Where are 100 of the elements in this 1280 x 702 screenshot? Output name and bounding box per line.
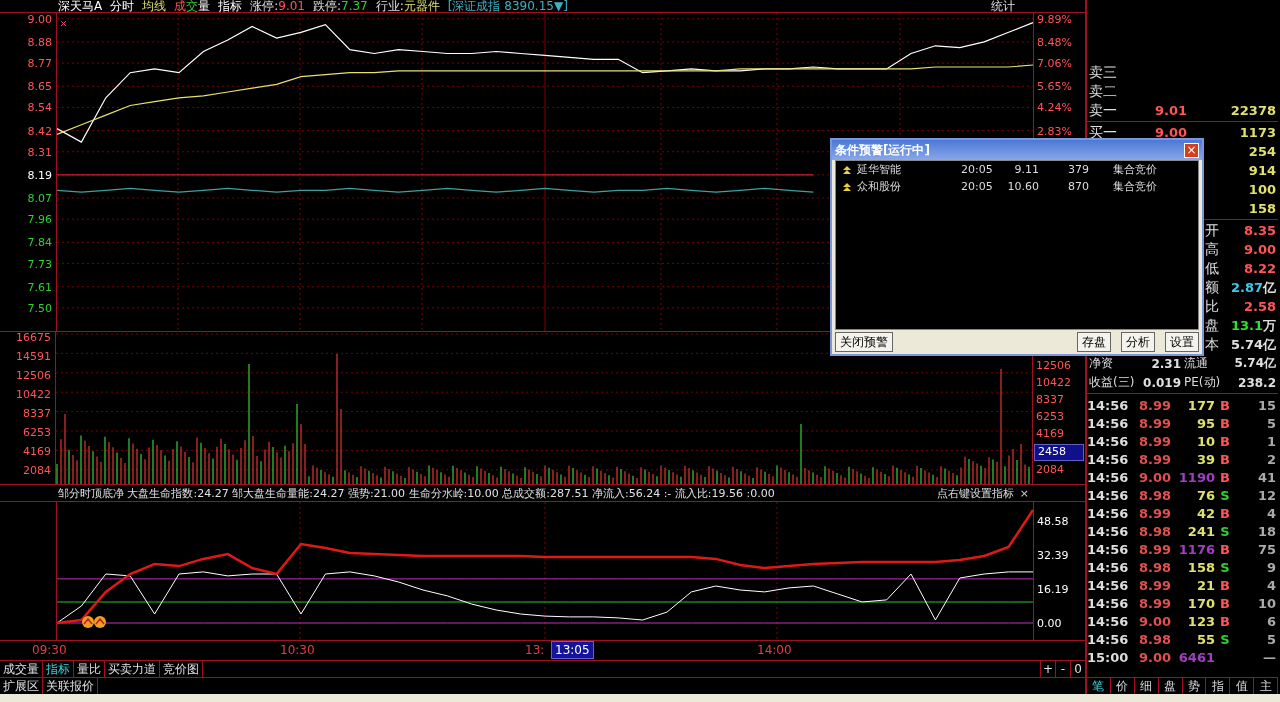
time-axis-label: 13: [525,643,545,657]
trade-price: 9.00 [1137,649,1171,665]
alert-action-button[interactable]: 设置 [1165,332,1199,352]
order-volume: 158 [1248,201,1277,216]
indicator-axis-label: 16.19 [1037,583,1069,596]
alert-stock[interactable]: 众和股份 [857,179,961,194]
stat-value: 2.87亿 [1230,278,1276,297]
trade-volume: 39 [1195,451,1215,467]
zoom-button[interactable]: - [1055,661,1070,677]
order-volume: 914 [1248,163,1277,178]
indicator-values-text: 邹分时顶底净 大盘生命指数:24.27 邹大盘生命量能:24.27 强势:21.00 生命分水岭:10.00 总成交额:287.51 净流入:56.24 :- 流入比:19.56 :0.00 [58,485,775,501]
price-axis-label: 8.42 [27,124,52,138]
trade-time: 15:00 [1087,649,1130,665]
trade-count: 41 [1256,469,1277,485]
trade-count: 9 [1265,559,1277,575]
trade-count: 5 [1265,415,1277,431]
alert-type: 集合竞价 [1113,162,1157,177]
price-axis-label: 7.84 [27,236,52,250]
stats-button[interactable]: 统计 [991,0,1015,15]
trade-volume: 76 [1195,487,1215,503]
alert-action-button[interactable]: 分析 [1121,332,1155,352]
trade-volume: 42 [1195,505,1215,521]
chart-tab[interactable]: 量比 [74,661,105,677]
alert-stock[interactable]: 延华智能 [857,162,961,177]
trade-count: 2 [1265,451,1277,467]
alert-volume: 379 [1067,163,1090,176]
cross-mark-icon [60,20,67,27]
order-volume: 1173 [1239,125,1277,140]
trade-time: 14:56 [1087,397,1130,413]
stat-label: 流通 [1183,355,1209,372]
stat-label: 净资 [1089,355,1114,372]
alert-action-button[interactable]: 存盘 [1077,332,1111,352]
order-volume: 22378 [1230,103,1277,118]
trade-time: 14:56 [1087,415,1130,431]
trade-volume: 158 [1186,559,1215,575]
trade-volume: 21 [1195,577,1215,593]
close-button[interactable]: × [1019,486,1029,500]
stat-label: 额 [1205,278,1219,297]
close-button[interactable]: × [1184,142,1199,158]
stat-value: 0.019 [1143,375,1181,390]
limit-down-text: 跌停:7.37 [313,0,368,15]
volume-axis-label: 16675 [16,332,51,346]
stat-label: 本 [1205,335,1219,354]
zoom-button[interactable]: 0 [1070,661,1085,677]
chart-tab[interactable]: 成交量 [0,661,43,677]
chart-mode-label[interactable]: 指标 [218,0,243,15]
chart-mode-label[interactable]: 分时 [110,0,135,15]
stat-value: 5.74亿 [1230,335,1276,354]
order-level-label: 卖一 [1088,101,1118,120]
zoom-button[interactable]: + [1040,661,1055,677]
order-level-label: 卖三 [1088,63,1118,82]
trade-volume: 95 [1195,415,1215,431]
trade-count: 75 [1256,541,1277,557]
volume-axis-label: 8337 [1036,393,1064,408]
volume-axis-label: 2084 [23,465,51,479]
price-axis-label: 8.07 [27,192,52,205]
trade-price: 8.98 [1137,559,1171,575]
order-level-label: 买一 [1088,123,1118,142]
order-volume: 254 [1248,144,1277,159]
chart-tab[interactable]: 竞价图 [160,661,203,677]
stat-label: 低 [1205,259,1219,278]
trade-volume: 1176 [1177,541,1215,557]
stat-value: 2.31 [1150,356,1181,371]
trade-price: 8.98 [1137,631,1171,647]
indicator-axis-label: 32.39 [1037,548,1069,562]
price-axis-label: 8.88 [27,35,52,49]
chart-tab[interactable]: 指标 [43,661,74,677]
trade-count: 5 [1265,631,1277,647]
cursor-value-badge: 2458 [1034,444,1084,461]
trade-count: 12 [1256,487,1277,503]
trade-time: 14:56 [1087,577,1130,593]
trade-volume: 6461 [1177,649,1215,665]
trade-side: B [1219,505,1231,521]
stat-value: 5.74亿 [1233,355,1276,372]
stat-label: 比 [1205,297,1219,316]
industry-text: 行业:元器件 [375,0,440,15]
trade-time: 14:56 [1087,505,1130,521]
trade-time: 14:56 [1087,433,1130,449]
price-axis-label: 8.19 [27,168,52,182]
volume-axis-label: 2084 [1036,463,1064,478]
close-alert-button[interactable]: 关闭预警 [835,332,893,352]
trade-count: 10 [1256,595,1277,611]
price-axis-label: 7.73 [27,257,52,271]
indicator-settings-hint: 点右键设置指标 [936,485,1014,501]
percent-axis-label: 9.89% [1037,13,1072,26]
trade-price: 8.99 [1137,397,1171,413]
chart-mode-label[interactable]: 成交量 [174,0,211,15]
chart-tab[interactable]: 买卖力道 [105,661,160,677]
stat-label: 收益(三) [1089,374,1136,391]
trade-price: 9.00 [1137,613,1171,629]
price-axis-label: 8.31 [27,145,52,159]
price-axis-label: 7.50 [27,301,52,315]
alert-type: 集合竞价 [1113,179,1157,194]
indicator-axis-label: 48.58 [1037,514,1069,528]
order-price: 9.00 [1153,125,1187,140]
chart-mode-label[interactable]: 均线 [142,0,167,15]
trade-price: 8.98 [1137,523,1171,539]
trade-time: 14:56 [1087,595,1130,611]
trade-price: 8.99 [1137,541,1171,557]
signal-marker-icon [82,616,106,628]
